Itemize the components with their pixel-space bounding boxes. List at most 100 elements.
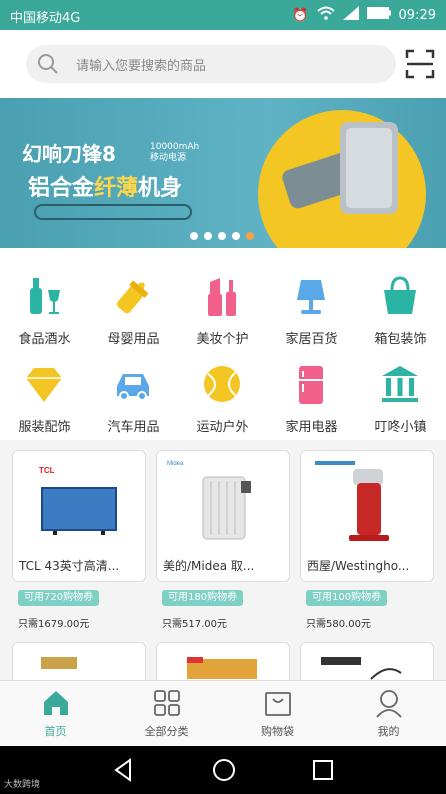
category-grid: 食品酒水 母婴用品 美妆个护 家居百货 箱包装饰 服装配饰 汽车用品 运动户外 …	[0, 248, 446, 440]
scan-icon[interactable]	[404, 48, 436, 80]
category-home[interactable]: 家居百货	[267, 262, 356, 347]
product-name: 西屋/Westingho...	[307, 559, 410, 573]
bank-building-icon	[382, 366, 418, 402]
category-label: 食品酒水	[18, 332, 71, 347]
banner-dot-active[interactable]	[246, 232, 254, 240]
heater-product-image: Midea	[167, 461, 251, 540]
category-dingdong-town[interactable]: 叮咚小镇	[356, 350, 445, 435]
product-price: 只需517.00元	[162, 619, 227, 630]
watermark: 大数跨境	[4, 780, 41, 790]
category-label: 家居百货	[285, 332, 338, 347]
category-beauty[interactable]: 美妆个护	[178, 262, 267, 347]
product-image	[321, 657, 402, 680]
product-card[interactable]	[156, 642, 290, 684]
promo-banner[interactable]: 幻响刀锋8 10000mAh 移动电源 铝合金纤薄机身	[0, 98, 446, 248]
baby-bottle-icon	[116, 280, 149, 314]
recents-icon[interactable]	[312, 759, 334, 781]
product-price: 只需1679.00元	[18, 619, 90, 630]
category-label: 母婴用品	[107, 332, 160, 347]
product-name: TCL 43英寸高清...	[19, 559, 120, 573]
svg-text:Midea: Midea	[167, 461, 184, 467]
category-label: 服装配饰	[18, 420, 71, 435]
category-sports[interactable]: 运动户外	[178, 350, 267, 435]
power-bank-image	[282, 122, 398, 214]
product-card[interactable]: TCL TCL 43英寸高清...	[12, 450, 146, 582]
banner-subtitle-part3: 机身	[138, 176, 183, 201]
category-label: 箱包装饰	[374, 332, 427, 347]
user-icon	[376, 690, 402, 718]
category-label: 运动户外	[196, 420, 249, 435]
shopping-bag-icon	[265, 692, 291, 716]
coupon-badge: 可用720购物券	[18, 590, 100, 606]
category-bags[interactable]: 箱包装饰	[356, 262, 445, 347]
battery-icon	[366, 7, 391, 23]
banner-title: 幻响刀锋8	[22, 142, 116, 166]
wine-bottle-icon	[30, 278, 60, 314]
clock-time: 09:29	[398, 7, 436, 23]
alarm-icon: ⏰	[292, 7, 309, 23]
product-name: 美的/Midea 取...	[163, 559, 255, 573]
wifi-icon	[316, 6, 335, 24]
tab-home[interactable]: 首页	[0, 681, 111, 747]
category-auto[interactable]: 汽车用品	[89, 350, 178, 435]
grid-icon	[154, 690, 180, 716]
product-card[interactable]: 西屋/Westingho...	[300, 450, 434, 582]
carrier-label: 中国移动4G	[10, 11, 81, 26]
signal-icon	[342, 6, 359, 24]
banner-subtitle-part1: 铝合金	[28, 176, 95, 201]
juicer-product-image	[315, 461, 389, 541]
banner-pill-decoration	[34, 204, 192, 220]
product-card[interactable]: Midea 美的/Midea 取...	[156, 450, 290, 582]
banner-pagination	[190, 232, 254, 240]
tab-mine[interactable]: 我的	[333, 681, 444, 747]
fridge-icon	[299, 366, 323, 404]
diamond-icon	[26, 368, 62, 402]
product-card[interactable]	[300, 642, 434, 684]
tab-shopping-bag[interactable]: 购物袋	[222, 681, 333, 747]
tab-label: 全部分类	[144, 725, 189, 738]
banner-dot[interactable]	[232, 232, 240, 240]
category-mother-baby[interactable]: 母婴用品	[89, 262, 178, 347]
tv-product-image: TCL	[39, 466, 117, 535]
tab-label: 购物袋	[261, 725, 294, 738]
svg-text:TCL: TCL	[39, 466, 55, 475]
product-price: 只需580.00元	[306, 619, 371, 630]
car-icon	[117, 374, 149, 401]
search-icon	[38, 54, 58, 74]
banner-dot[interactable]	[190, 232, 198, 240]
banner-subtitle: 铝合金纤薄机身	[28, 170, 182, 202]
tab-label: 我的	[377, 725, 400, 738]
bottom-tab-bar: 首页 全部分类 购物袋 我的	[0, 680, 446, 747]
product-image	[187, 657, 257, 679]
category-label: 叮咚小镇	[374, 420, 427, 435]
category-label: 美妆个护	[196, 332, 249, 347]
system-nav-bar	[0, 746, 446, 794]
banner-subtitle-highlight: 纤薄	[94, 176, 139, 201]
banner-capacity: 10000mAh 移动电源	[150, 142, 200, 163]
category-apparel[interactable]: 服装配饰	[0, 350, 89, 435]
category-label: 汽车用品	[107, 420, 160, 435]
handbag-icon	[384, 276, 416, 314]
banner-dot[interactable]	[204, 232, 212, 240]
product-card[interactable]	[12, 642, 146, 684]
tab-label: 首页	[44, 725, 67, 738]
lipstick-icon	[208, 278, 236, 316]
search-placeholder: 请输入您要搜索的商品	[76, 59, 207, 74]
tennis-ball-icon	[204, 366, 240, 402]
status-icons: ⏰ 09:29	[292, 6, 436, 24]
banner-dot[interactable]	[218, 232, 226, 240]
search-header: 请输入您要搜索的商品	[0, 30, 446, 98]
home-circle-icon[interactable]	[212, 758, 236, 782]
coupon-badge: 可用180购物券	[162, 590, 244, 606]
coupon-badge: 可用100购物券	[306, 590, 388, 606]
lamp-icon	[297, 280, 325, 314]
back-icon[interactable]	[112, 758, 134, 782]
category-food-drinks[interactable]: 食品酒水	[0, 262, 89, 347]
search-input[interactable]: 请输入您要搜索的商品	[26, 45, 396, 83]
home-icon	[44, 691, 68, 715]
category-appliances[interactable]: 家用电器	[267, 350, 356, 435]
status-bar: 中国移动4G ⏰ 09:29	[0, 0, 446, 30]
category-label: 家用电器	[285, 420, 338, 435]
product-image	[41, 657, 77, 669]
tab-all-categories[interactable]: 全部分类	[111, 681, 222, 747]
